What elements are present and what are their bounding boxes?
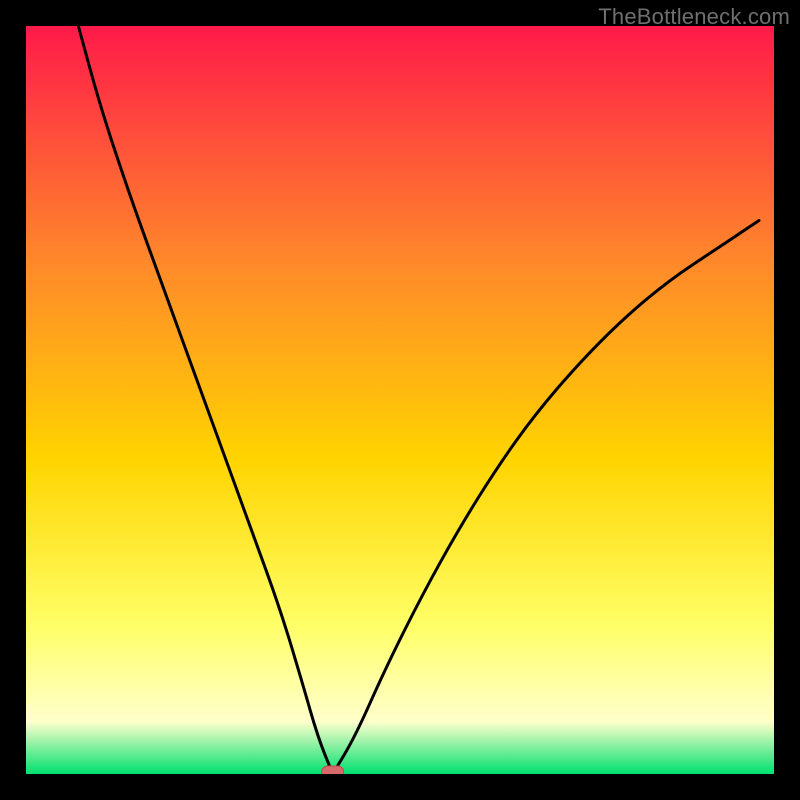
bottleneck-chart [26,26,774,774]
chart-frame: TheBottleneck.com [0,0,800,800]
optimal-point-marker [322,766,344,774]
gradient-background [26,26,774,774]
watermark-text: TheBottleneck.com [598,4,790,30]
